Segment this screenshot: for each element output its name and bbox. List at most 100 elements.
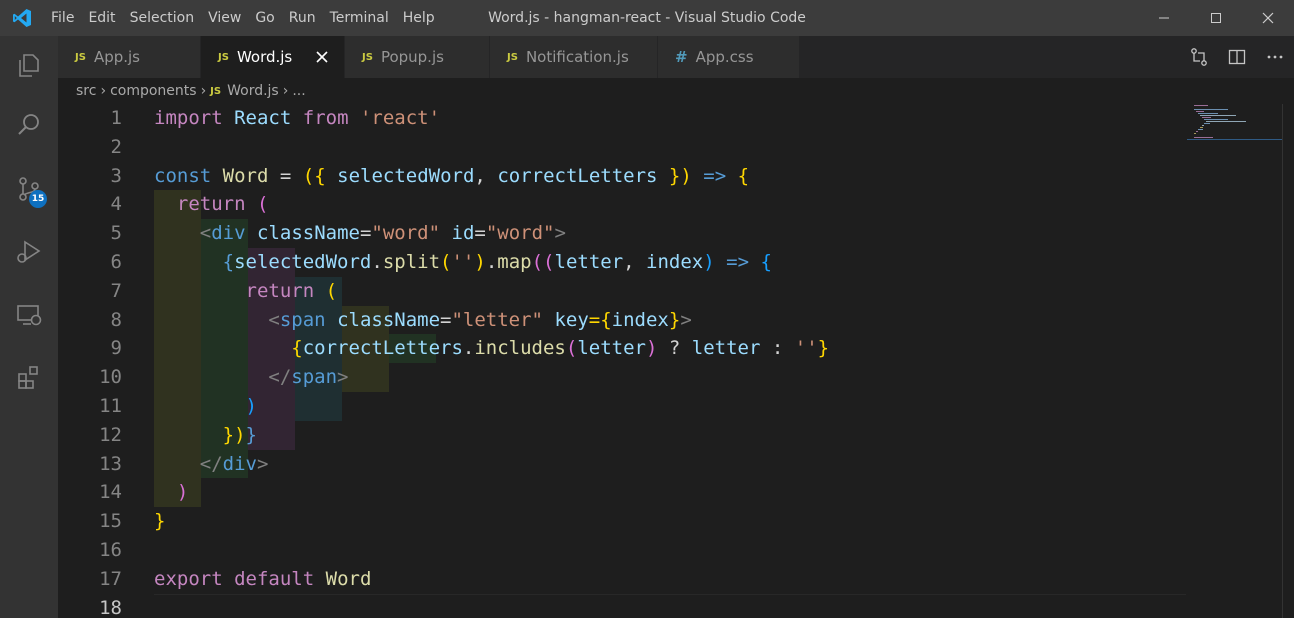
line-number: 10	[99, 366, 122, 389]
tab-popup-js[interactable]: JS Popup.js	[345, 36, 490, 78]
tab-label: Notification.js	[525, 48, 629, 66]
split-editor-button[interactable]	[1218, 36, 1256, 78]
menu-view[interactable]: View	[201, 0, 248, 36]
menu-bar: File Edit Selection View Go Run Terminal…	[44, 0, 442, 36]
title-bar: File Edit Selection View Go Run Terminal…	[0, 0, 1294, 36]
code-line: export default Word	[154, 567, 372, 590]
breadcrumb-more[interactable]: ...	[292, 83, 305, 99]
menu-file[interactable]: File	[44, 0, 81, 36]
code-line: }	[154, 510, 166, 533]
chevron-right-icon: ›	[282, 83, 289, 99]
close-window-button[interactable]	[1242, 0, 1294, 36]
code-line: <div className="word" id="word">	[199, 222, 566, 245]
menu-selection[interactable]: Selection	[123, 0, 202, 36]
breadcrumb: src › components › JS Word.js › ...	[58, 78, 306, 104]
breadcrumb-components[interactable]: components	[110, 83, 197, 99]
chevron-right-icon: ›	[200, 83, 207, 99]
run-debug-icon	[17, 240, 41, 263]
js-file-icon: JS	[362, 51, 373, 63]
line-number: 2	[110, 135, 122, 158]
maximize-button[interactable]	[1190, 0, 1242, 36]
run-debug-button[interactable]	[0, 222, 58, 280]
source-control-badge: 15	[29, 190, 47, 208]
remote-explorer-icon	[17, 305, 42, 326]
line-number: 14	[99, 481, 122, 504]
code-editor[interactable]: 1 2 3 4 5 6 7 8 9 10 11 12 13 14 15 16 1…	[58, 104, 1282, 618]
line-number-current: 18	[99, 596, 122, 618]
more-actions-button[interactable]	[1256, 36, 1294, 78]
code-line: import React from 'react'	[154, 107, 441, 129]
line-number: 5	[110, 222, 122, 245]
remote-explorer-button[interactable]	[0, 286, 58, 344]
code-line: return (	[176, 193, 269, 216]
compare-changes-icon	[1191, 48, 1207, 66]
extensions-button[interactable]	[0, 348, 58, 406]
line-number: 17	[99, 567, 122, 590]
editor-actions	[1180, 36, 1294, 78]
code-line: )	[245, 394, 257, 417]
css-file-icon: #	[675, 48, 688, 66]
search-button[interactable]	[0, 96, 58, 154]
line-number-gutter: 1 2 3 4 5 6 7 8 9 10 11 12 13 14 15 16 1…	[58, 104, 134, 618]
line-number: 15	[99, 510, 122, 533]
breadcrumb-file[interactable]: Word.js	[227, 83, 279, 99]
tab-label: App.js	[93, 48, 140, 66]
menu-terminal[interactable]: Terminal	[323, 0, 396, 36]
line-number: 11	[99, 394, 122, 417]
minimap-preview	[1187, 105, 1282, 140]
code-line: </span>	[268, 366, 349, 389]
vertical-scrollbar[interactable]	[1282, 104, 1294, 618]
vscode-logo-icon	[0, 0, 44, 36]
line-number: 6	[110, 250, 122, 273]
close-icon	[1262, 12, 1274, 24]
more-icon	[1267, 55, 1283, 59]
minimize-icon	[1159, 17, 1169, 19]
breadcrumb-src[interactable]: src	[76, 83, 96, 99]
tab-label: Popup.js	[380, 48, 444, 66]
line-number: 3	[110, 164, 122, 187]
close-tab-icon[interactable]	[312, 47, 332, 67]
tab-app-js[interactable]: JS App.js	[58, 36, 201, 78]
menu-help[interactable]: Help	[396, 0, 442, 36]
js-file-icon: JS	[507, 51, 518, 63]
tab-word-js[interactable]: JS Word.js	[201, 36, 345, 78]
js-file-icon: JS	[218, 51, 229, 63]
code-line: })}	[222, 423, 257, 446]
tab-label: App.css	[695, 48, 754, 66]
search-icon	[18, 114, 39, 135]
tab-label: Word.js	[236, 48, 293, 66]
open-changes-button[interactable]	[1180, 36, 1218, 78]
minimize-button[interactable]	[1138, 0, 1190, 36]
code-line: )	[176, 481, 189, 504]
explorer-icon	[19, 54, 39, 77]
code-line: {selectedWord.split('').map((letter, ind…	[222, 250, 772, 273]
window-controls	[1138, 0, 1294, 36]
js-file-icon: JS	[75, 51, 86, 63]
line-number: 7	[110, 279, 122, 302]
maximize-icon	[1211, 13, 1221, 23]
code-line: <span className="letter" key={index}>	[268, 308, 692, 331]
split-editor-icon	[1228, 49, 1246, 65]
tab-app-css[interactable]: # App.css	[658, 36, 800, 78]
line-number: 1	[110, 107, 122, 129]
menu-edit[interactable]: Edit	[81, 0, 122, 36]
line-number: 16	[99, 538, 122, 561]
js-file-icon: JS	[210, 85, 222, 97]
tab-bar: JS App.js JS Word.js JS Popup.js JS Noti…	[58, 36, 1294, 78]
menu-run[interactable]: Run	[282, 0, 323, 36]
explorer-button[interactable]	[0, 36, 58, 94]
line-number: 12	[99, 423, 122, 446]
activity-bar: 15	[0, 36, 58, 618]
source-control-button[interactable]	[0, 160, 58, 218]
line-number: 13	[99, 452, 122, 475]
line-number: 8	[110, 308, 122, 331]
tab-notification-js[interactable]: JS Notification.js	[490, 36, 658, 78]
line-number: 4	[110, 193, 122, 216]
chevron-right-icon: ›	[100, 83, 107, 99]
code-content[interactable]: import React from 'react' const Word = (…	[154, 104, 829, 618]
menu-go[interactable]: Go	[248, 0, 281, 36]
code-line-current	[154, 594, 829, 618]
minimap[interactable]	[1187, 104, 1282, 618]
